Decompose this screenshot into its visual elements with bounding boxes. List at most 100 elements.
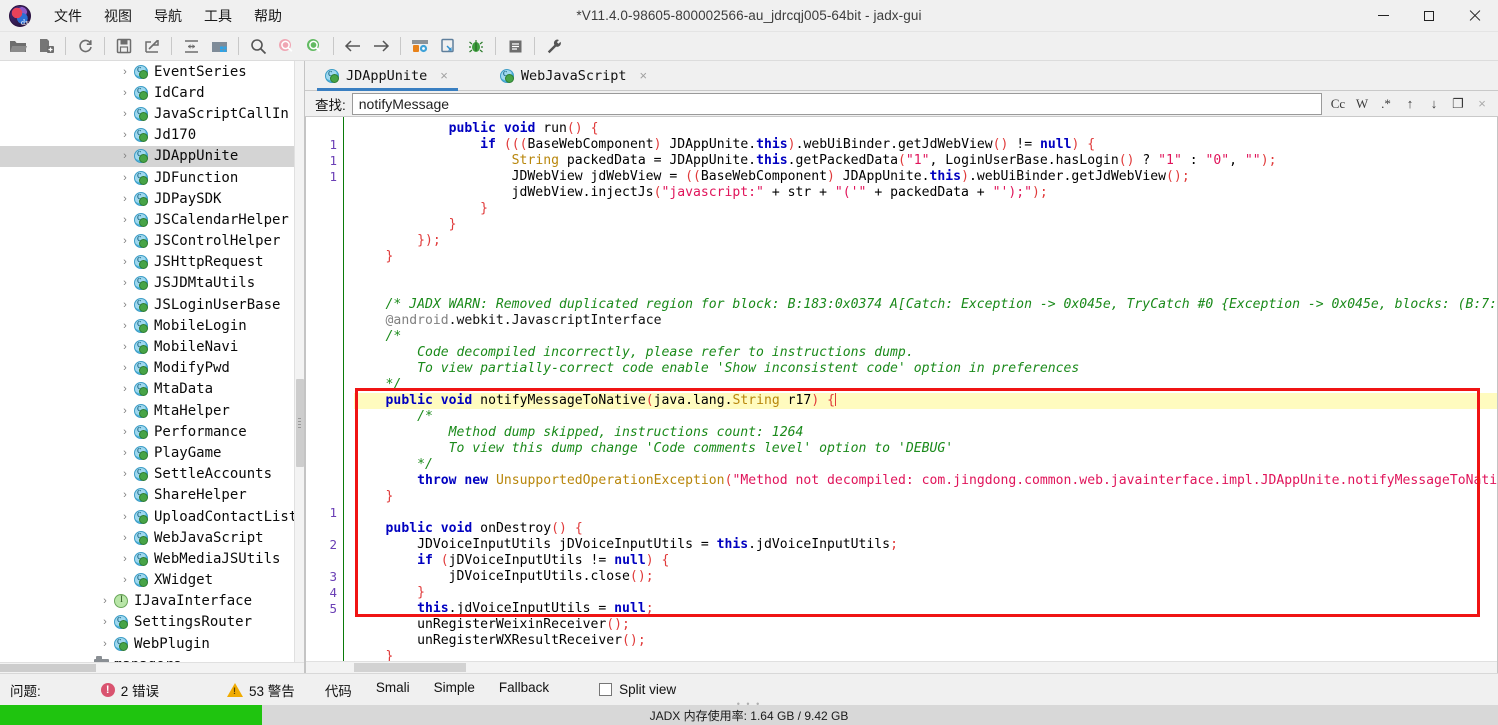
- view-mode-fallback[interactable]: Fallback: [487, 677, 561, 703]
- source-code-view[interactable]: public void run() { if (((BaseWebCompone…: [344, 117, 1497, 661]
- menu-navigation[interactable]: 导航: [143, 2, 193, 30]
- chevron-right-icon[interactable]: ›: [118, 172, 132, 184]
- code-editor[interactable]: 111 1 2 345 public void run() { if (((Ba…: [305, 117, 1498, 673]
- collapse-all-icon[interactable]: [178, 34, 204, 59]
- tree-item-mobilenavi[interactable]: › MobileNavi: [0, 336, 304, 357]
- chevron-right-icon[interactable]: ›: [118, 129, 132, 141]
- minimize-button[interactable]: [1360, 0, 1406, 32]
- error-count-item[interactable]: ! 2 错误: [100, 680, 159, 700]
- chevron-right-icon[interactable]: ›: [118, 341, 132, 353]
- view-mode-smali[interactable]: Smali: [364, 677, 422, 703]
- export-icon[interactable]: [139, 34, 165, 59]
- maximize-button[interactable]: [1406, 0, 1452, 32]
- back-arrow-icon[interactable]: [340, 34, 366, 59]
- tree-item-webplugin[interactable]: › WebPlugin: [0, 633, 304, 654]
- tree-item-sharehelper[interactable]: › ShareHelper: [0, 485, 304, 506]
- chevron-right-icon[interactable]: ›: [118, 447, 132, 459]
- search-comment-icon[interactable]: [301, 34, 327, 59]
- chevron-right-icon[interactable]: ›: [118, 277, 132, 289]
- highlight-all-button[interactable]: ❐: [1446, 93, 1470, 115]
- tree-item-jsloginuserbase[interactable]: › JSLoginUserBase: [0, 294, 304, 315]
- chevron-right-icon[interactable]: ›: [118, 66, 132, 78]
- tab-close-icon[interactable]: ×: [640, 68, 648, 83]
- tree-item-uploadcontactlist[interactable]: › UploadContactList: [0, 506, 304, 527]
- tree-item-mtadata[interactable]: › MtaData: [0, 379, 304, 400]
- chevron-right-icon[interactable]: ›: [118, 362, 132, 374]
- open-folder-icon[interactable]: [5, 34, 31, 59]
- class-tree[interactable]: › EventSeries › IdCard › JavaScriptCallIn › Jd1…: [0, 61, 304, 662]
- tree-item-jdfunction[interactable]: › JDFunction: [0, 167, 304, 188]
- tree-item-webjavascript[interactable]: › WebJavaScript: [0, 527, 304, 548]
- chevron-right-icon[interactable]: ›: [118, 489, 132, 501]
- tree-item-modifypwd[interactable]: › ModifyPwd: [0, 358, 304, 379]
- tree-item-eventseries[interactable]: › EventSeries: [0, 61, 304, 82]
- code-horizontal-scrollbar[interactable]: [306, 661, 1497, 673]
- find-next-button[interactable]: ↓: [1422, 93, 1446, 115]
- code-hscroll-thumb[interactable]: [354, 663, 466, 672]
- preferences-icon[interactable]: [541, 34, 567, 59]
- save-icon[interactable]: [111, 34, 137, 59]
- tree-item-mtahelper[interactable]: › MtaHelper: [0, 400, 304, 421]
- chevron-right-icon[interactable]: ›: [98, 616, 112, 628]
- chevron-right-icon[interactable]: ›: [118, 320, 132, 332]
- tree-item-webmediajsutils[interactable]: › WebMediaJSUtils: [0, 548, 304, 569]
- tree-item-idcard[interactable]: › IdCard: [0, 82, 304, 103]
- find-previous-button[interactable]: ↑: [1398, 93, 1422, 115]
- chevron-right-icon[interactable]: ›: [118, 214, 132, 226]
- tree-item-ijavainterface[interactable]: › IJavaInterface: [0, 591, 304, 612]
- chevron-right-icon[interactable]: ›: [118, 405, 132, 417]
- log-icon[interactable]: [502, 34, 528, 59]
- menu-help[interactable]: 帮助: [243, 2, 293, 30]
- regex-button[interactable]: .*: [1374, 93, 1398, 115]
- deobfuscation-icon[interactable]: [407, 34, 433, 59]
- tree-vertical-scrollbar[interactable]: [294, 61, 304, 673]
- split-view-toggle[interactable]: Split view: [599, 682, 676, 697]
- chevron-right-icon[interactable]: ›: [118, 468, 132, 480]
- view-mode-code[interactable]: 代码: [313, 677, 364, 703]
- chevron-right-icon[interactable]: ›: [118, 235, 132, 247]
- quark-icon[interactable]: [435, 34, 461, 59]
- chevron-right-icon[interactable]: ›: [118, 383, 132, 395]
- tree-item-jdpaysdk[interactable]: › JDPaySDK: [0, 188, 304, 209]
- tree-hscroll-thumb[interactable]: [0, 664, 96, 672]
- tab-close-icon[interactable]: ×: [440, 68, 448, 83]
- menu-view[interactable]: 视图: [93, 2, 143, 30]
- tree-scroll-thumb[interactable]: [296, 379, 304, 467]
- chevron-right-icon[interactable]: ›: [118, 553, 132, 565]
- close-button[interactable]: [1452, 0, 1498, 32]
- forward-arrow-icon[interactable]: [368, 34, 394, 59]
- chevron-right-icon[interactable]: ›: [118, 87, 132, 99]
- tree-item-settleaccounts[interactable]: › SettleAccounts: [0, 464, 304, 485]
- tree-item-performance[interactable]: › Performance: [0, 421, 304, 442]
- split-view-checkbox[interactable]: [599, 683, 613, 696]
- tree-item-jscontrolhelper[interactable]: › JSControlHelper: [0, 231, 304, 252]
- search-icon[interactable]: [245, 34, 271, 59]
- chevron-right-icon[interactable]: ›: [118, 299, 132, 311]
- chevron-right-icon[interactable]: ›: [98, 595, 112, 607]
- tree-item-jscalendarhelper[interactable]: › JSCalendarHelper: [0, 209, 304, 230]
- chevron-right-icon[interactable]: ›: [118, 150, 132, 162]
- tree-item-jsjdmtautils[interactable]: › JSJDMtaUtils: [0, 273, 304, 294]
- view-mode-simple[interactable]: Simple: [422, 677, 487, 703]
- menu-tools[interactable]: 工具: [193, 2, 243, 30]
- match-case-button[interactable]: Cc: [1326, 93, 1350, 115]
- close-find-button[interactable]: ×: [1470, 93, 1494, 115]
- tab-jdappunite[interactable]: JDAppUnite ×: [317, 61, 458, 91]
- chevron-right-icon[interactable]: ›: [118, 532, 132, 544]
- debugger-icon[interactable]: [463, 34, 489, 59]
- tree-item-jshttprequest[interactable]: › JSHttpRequest: [0, 252, 304, 273]
- tree-item-managers[interactable]: ›managers: [0, 654, 304, 662]
- whole-word-button[interactable]: W: [1350, 93, 1374, 115]
- warning-count-item[interactable]: 53 警告: [227, 680, 295, 700]
- chevron-right-icon[interactable]: ›: [118, 256, 132, 268]
- add-files-icon[interactable]: [33, 34, 59, 59]
- tree-item-jdappunite[interactable]: › JDAppUnite: [0, 145, 304, 167]
- tree-item-xwidget[interactable]: › XWidget: [0, 570, 304, 591]
- tree-item-javascriptcallin[interactable]: › JavaScriptCallIn: [0, 103, 304, 124]
- tree-item-jd170[interactable]: › Jd170: [0, 125, 304, 146]
- search-class-icon[interactable]: [273, 34, 299, 59]
- tree-item-settingsrouter[interactable]: › SettingsRouter: [0, 612, 304, 633]
- search-input[interactable]: [351, 92, 1322, 115]
- flat-packages-icon[interactable]: [206, 34, 232, 59]
- chevron-right-icon[interactable]: ›: [118, 574, 132, 586]
